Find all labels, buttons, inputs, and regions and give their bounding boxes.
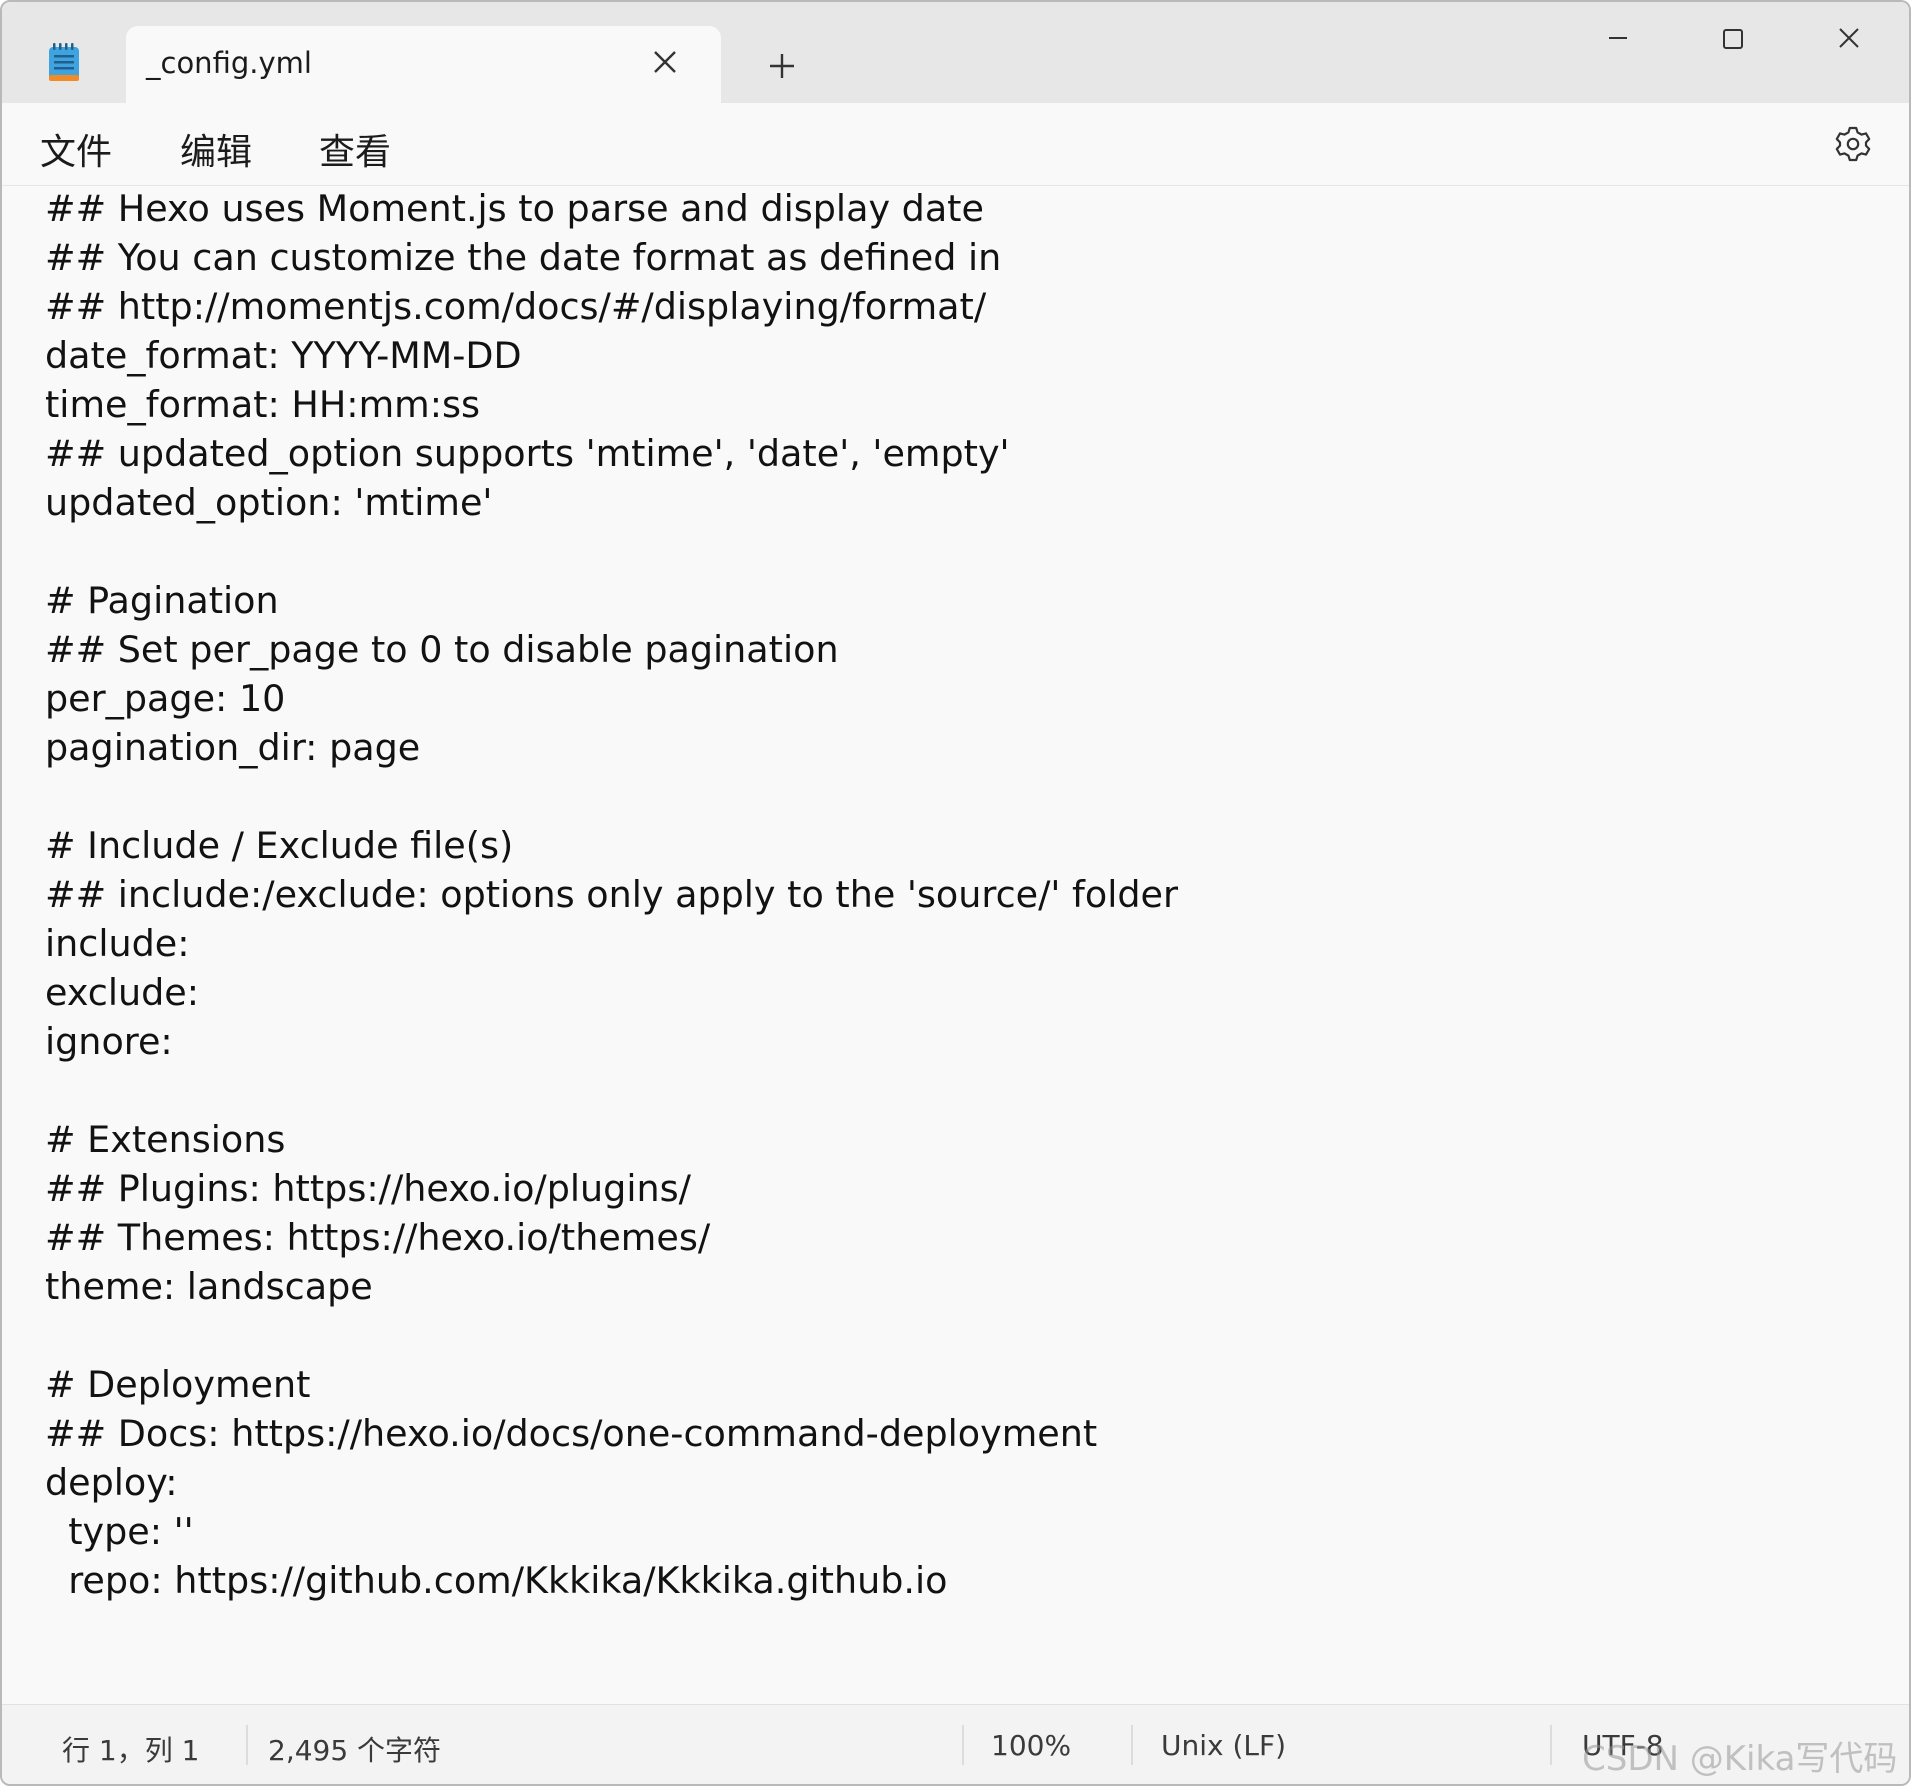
editor-line: # Pagination (45, 579, 279, 622)
editor-line: type: '' (45, 1510, 194, 1553)
editor-line: # Deployment (45, 1363, 311, 1406)
status-zoom[interactable]: 100% (991, 1729, 1071, 1762)
editor-line: updated_option: 'mtime' (45, 481, 493, 524)
status-bar: 行 1，列 1 2,495 个字符 100% Unix (LF) UTF-8 C… (2, 1704, 1909, 1784)
minimize-button[interactable] (1580, 16, 1660, 62)
editor-line: include: (45, 922, 190, 965)
editor-line: ## updated_option supports 'mtime', 'dat… (45, 432, 1010, 475)
status-cursor-position: 行 1，列 1 (62, 1734, 200, 1767)
editor-line: ## You can customize the date format as … (45, 236, 1002, 279)
editor-line: time_format: HH:mm:ss (45, 383, 481, 426)
status-char-count: 2,495 个字符 (268, 1734, 442, 1767)
notepad-window: _config.yml 文件 编辑 查看 ## Hexo uses Moment… (0, 0, 1911, 1786)
editor-line: date_format: YYYY-MM-DD (45, 334, 522, 377)
minimize-icon (1609, 37, 1627, 39)
status-separator (1550, 1725, 1552, 1765)
editor-line: exclude: (45, 971, 200, 1014)
maximize-button[interactable] (1693, 16, 1773, 62)
close-window-button[interactable] (1808, 16, 1888, 62)
title-bar[interactable]: _config.yml (2, 2, 1909, 103)
editor-line: ## Set per_page to 0 to disable paginati… (45, 628, 839, 671)
status-separator (962, 1725, 964, 1765)
menu-file[interactable]: 文件 (40, 123, 112, 175)
editor-line: per_page: 10 (45, 677, 286, 720)
new-tab-plus-icon[interactable] (766, 50, 798, 82)
menu-edit[interactable]: 编辑 (180, 123, 252, 175)
editor-text-area[interactable]: ## Hexo uses Moment.js to parse and disp… (2, 186, 1909, 1704)
maximize-icon (1723, 29, 1743, 49)
watermark-text: CSDN @Kika写代码 (1582, 1739, 1898, 1779)
menu-bar: 文件 编辑 查看 (2, 103, 1909, 186)
menu-view[interactable]: 查看 (319, 123, 391, 175)
editor-line: ignore: (45, 1020, 173, 1063)
editor-line: ## http://momentjs.com/docs/#/displaying… (45, 285, 987, 328)
status-separator (1131, 1725, 1133, 1765)
editor-line: # Include / Exclude file(s) (45, 824, 514, 867)
editor-line: repo: https://github.com/Kkkika/Kkkika.g… (45, 1559, 948, 1602)
editor-line: theme: landscape (45, 1265, 373, 1308)
tab-close-icon[interactable] (652, 49, 678, 75)
status-line-ending[interactable]: Unix (LF) (1161, 1729, 1286, 1762)
close-icon (1839, 28, 1859, 48)
editor-line: pagination_dir: page (45, 726, 421, 769)
editor-line: ## Themes: https://hexo.io/themes/ (45, 1216, 711, 1259)
settings-gear-icon[interactable] (1832, 123, 1874, 165)
editor-line: ## Plugins: https://hexo.io/plugins/ (45, 1167, 691, 1210)
editor-line: ## Hexo uses Moment.js to parse and disp… (45, 187, 984, 230)
tab-title: _config.yml (146, 46, 312, 80)
editor-line: ## Docs: https://hexo.io/docs/one-comman… (45, 1412, 1098, 1455)
editor-line: ## include:/exclude: options only apply … (45, 873, 1179, 916)
status-separator (246, 1725, 248, 1765)
tab-config-yml[interactable]: _config.yml (126, 26, 721, 103)
editor-line: # Extensions (45, 1118, 286, 1161)
editor-line: deploy: (45, 1461, 178, 1504)
notepad-icon (48, 42, 80, 82)
